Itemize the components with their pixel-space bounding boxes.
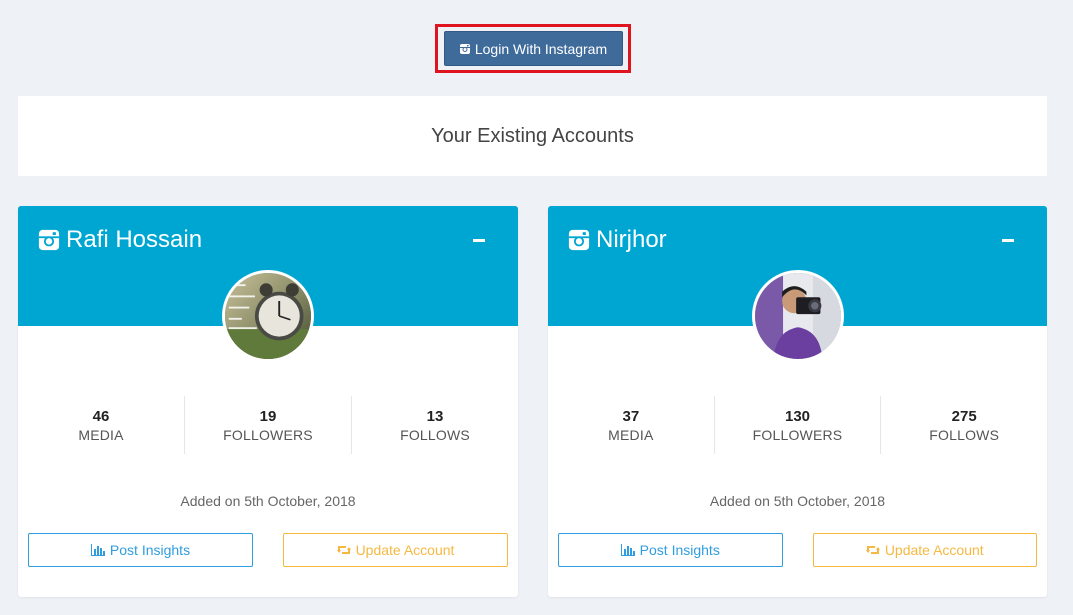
stat-label: FOLLOWERS [223, 426, 313, 443]
stat-label: FOLLOWS [929, 426, 1000, 443]
stat-value: 275 [951, 407, 977, 425]
account-title: Nirjhor [568, 226, 667, 254]
post-insights-label: Post Insights [109, 542, 191, 558]
account-card: Nirjhor 37 MEDIA 130 FOLLOWERS 275 FOLLO… [548, 206, 1047, 597]
card-actions: Post Insights Update Account [558, 533, 1037, 567]
login-highlight-box: Login With Instagram [435, 24, 631, 73]
stat-follows: 13 FOLLOWS [351, 396, 518, 454]
existing-accounts-panel: Your Existing Accounts [18, 96, 1047, 176]
account-stats: 37 MEDIA 130 FOLLOWERS 275 FOLLOWS [548, 396, 1047, 454]
account-card-header: Nirjhor [548, 206, 1047, 362]
existing-accounts-heading: Your Existing Accounts [431, 124, 634, 147]
stat-value: 37 [622, 407, 640, 425]
post-insights-button[interactable]: Post Insights [28, 533, 253, 567]
retweet-icon [336, 546, 351, 554]
update-account-button[interactable]: Update Account [812, 533, 1037, 567]
clock-photo-avatar-icon [225, 273, 311, 359]
stat-label: MEDIA [78, 426, 124, 443]
account-name: Rafi Hossain [66, 226, 203, 253]
stat-value: 130 [784, 407, 811, 425]
update-account-label: Update Account [884, 542, 984, 558]
instagram-icon [459, 43, 470, 54]
account-stats: 46 MEDIA 19 FOLLOWERS 13 FOLLOWS [18, 396, 518, 454]
avatar [222, 270, 314, 362]
added-date: Added on 5th October, 2018 [709, 493, 886, 509]
instagram-icon [568, 229, 590, 251]
card-actions: Post Insights Update Account [28, 533, 508, 567]
stat-label: FOLLOWERS [752, 426, 843, 443]
instagram-icon [38, 229, 60, 251]
collapse-button[interactable] [472, 230, 486, 250]
update-account-label: Update Account [355, 542, 455, 558]
update-account-button[interactable]: Update Account [283, 533, 508, 567]
stat-followers: 130 FOLLOWERS [713, 396, 881, 454]
stat-value: 13 [426, 407, 444, 425]
bar-chart-icon [620, 544, 635, 556]
account-title: Rafi Hossain [38, 226, 202, 254]
minus-icon [1002, 238, 1014, 242]
stat-value: 46 [92, 407, 110, 425]
avatar [751, 270, 844, 362]
stat-label: FOLLOWS [400, 426, 470, 443]
stat-label: MEDIA [608, 426, 654, 443]
account-name: Nirjhor [596, 226, 667, 253]
collapse-button[interactable] [1001, 230, 1015, 250]
login-button-label: Login With Instagram [474, 40, 608, 57]
stat-followers: 19 FOLLOWERS [184, 396, 351, 454]
post-insights-label: Post Insights [639, 542, 720, 558]
photographer-avatar-icon [754, 273, 841, 359]
post-insights-button[interactable]: Post Insights [558, 533, 783, 567]
stat-media: 37 MEDIA [548, 396, 714, 454]
stat-value: 19 [259, 407, 277, 425]
stat-follows: 275 FOLLOWS [880, 396, 1047, 454]
minus-icon [473, 238, 485, 242]
account-card: Rafi Hossain 46 MEDIA 19 FOLLOWERS 13 FO… [18, 206, 518, 597]
retweet-icon [865, 546, 880, 554]
login-with-instagram-button[interactable]: Login With Instagram [443, 31, 623, 66]
added-date: Added on 5th October, 2018 [180, 493, 356, 509]
bar-chart-icon [90, 544, 105, 556]
stat-media: 46 MEDIA [18, 396, 184, 454]
account-card-header: Rafi Hossain [18, 206, 518, 362]
